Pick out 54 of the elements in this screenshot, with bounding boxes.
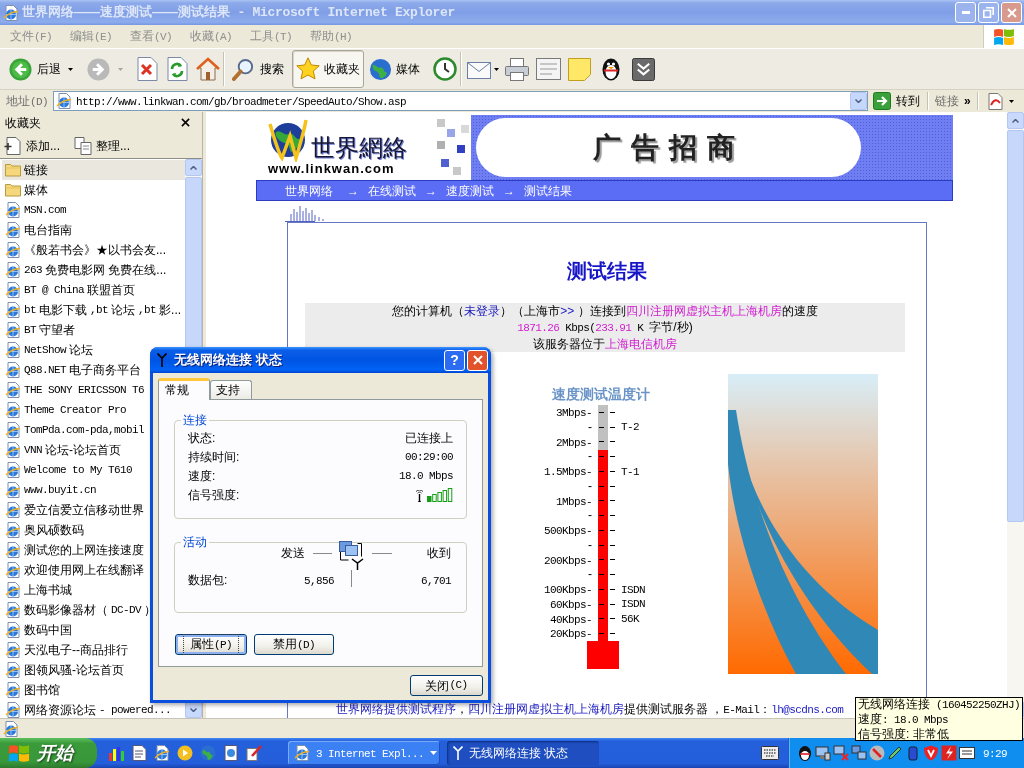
field-label: 速度: <box>188 467 216 485</box>
group-title: 连接 <box>182 413 208 427</box>
scale-note: 56K <box>621 612 639 627</box>
result-text: 您的计算机（未登录）（上海市>> ）连接到四川注册网虚拟主机上海机房的速度 <box>392 303 818 319</box>
packets-label: 数据包: <box>188 572 228 589</box>
field-value: 18.0 Mbps <box>399 469 453 485</box>
clock: 9:29 <box>983 746 1007 762</box>
tooltip-text: 信号强度: 非常低 <box>858 727 950 741</box>
scale-label: 60Kbps- <box>550 597 592 612</box>
scale-label: 2Mbps- <box>556 435 592 450</box>
scale-label: 1.5Mbps- <box>544 465 592 479</box>
thermometer-title: 速度测试温度计 <box>552 386 651 402</box>
packets-sent: 5,856 <box>304 573 334 589</box>
ad-text: 广告招商 <box>592 131 745 164</box>
breadcrumb-separator: → <box>425 182 437 200</box>
field-label: 状态: <box>188 429 216 447</box>
breadcrumb-separator: → <box>347 182 359 200</box>
group-title: 活动 <box>182 535 208 549</box>
field-label: 持续时间: <box>188 448 240 466</box>
scale-label: - <box>588 537 592 553</box>
field-value: 已连接上 <box>405 429 453 447</box>
address-label: 地址(D) <box>6 92 48 110</box>
tooltip-title: 无线网络连接 (160452250ZHJ) <box>858 697 1020 712</box>
field-value: 00:29:00 <box>405 450 453 466</box>
scale-label: 40Kbps- <box>550 612 592 627</box>
result-text: 1871.26 Kbps(233.91 K 字节/秒) <box>517 319 693 336</box>
scale-label: - <box>588 478 592 494</box>
scale-label: 1Mbps- <box>556 494 592 509</box>
pane-title: 收藏夹 <box>5 114 41 132</box>
window-title: 世界网络——速度测试——测试结果 - Microsoft Internet Explorer <box>22 3 456 23</box>
scale-note: T-2 <box>621 420 639 435</box>
scale-label: 20Kbps- <box>550 627 592 641</box>
packets-received: 6,701 <box>421 573 451 589</box>
scale-note: T-1 <box>621 464 639 480</box>
breadcrumb-separator: → <box>503 182 515 200</box>
page-heading: 测试结果 <box>566 259 648 284</box>
scale-note: ISDN <box>621 582 645 598</box>
scale-label: 3Mbps- <box>556 406 592 420</box>
result-text: 该服务器位于上海电信机房 <box>533 336 677 352</box>
received-label: 收到 <box>427 545 451 562</box>
scale-label: - <box>588 449 592 464</box>
scale-label: - <box>588 508 592 523</box>
scale-label: - <box>588 419 592 435</box>
scale-label: 500Kbps- <box>544 524 592 538</box>
logo-text: 世界網絡 <box>311 135 407 161</box>
scale-note: ISDN <box>621 597 645 612</box>
dialog-title: 无线网络连接 状态 <box>174 351 282 370</box>
scale-label: - <box>588 567 592 582</box>
scale-label: 100Kbps- <box>544 583 592 597</box>
scale-label: 200Kbps- <box>544 553 592 568</box>
tooltip-text: 速度: 18.0 Mbps <box>858 712 949 727</box>
logo-url: www.linkwan.com <box>268 162 396 176</box>
field-label: 信号强度: <box>188 486 240 504</box>
sent-label: 发送 <box>281 545 305 562</box>
